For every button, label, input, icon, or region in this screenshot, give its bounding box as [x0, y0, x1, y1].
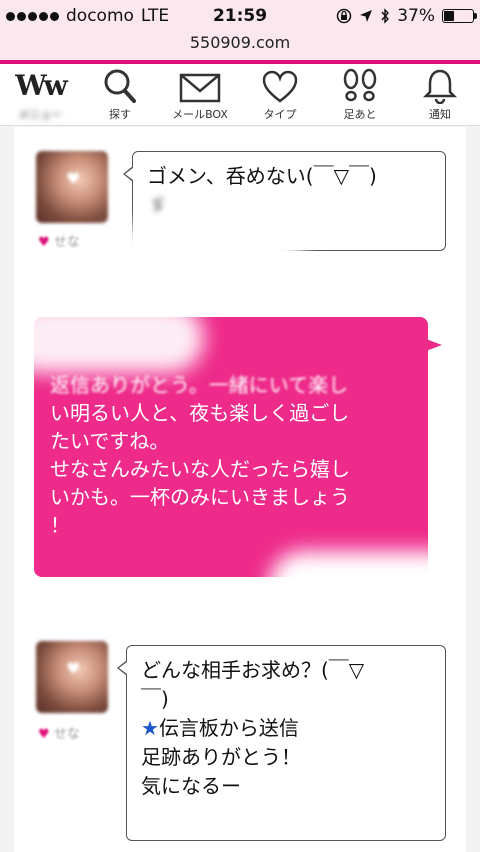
message-text: い明るい人と、夜も楽しく過ごし	[50, 401, 350, 425]
message-text: いかも。一杯のみにいきましょう	[50, 485, 350, 509]
location-icon	[360, 10, 373, 22]
message-text: 返信ありがとう。一緒にいて楽し	[50, 373, 349, 397]
nav-mailbox-label: メールBOX	[172, 108, 228, 121]
search-icon	[104, 69, 136, 103]
nav-type-label: タイプ	[263, 108, 297, 121]
nav-menu-label: メニュー	[18, 108, 62, 121]
mail-icon	[179, 73, 221, 103]
sender-name: ♥ せな	[38, 727, 80, 742]
nav-footprints[interactable]: 足あと	[320, 64, 400, 126]
nav-bar: Ww メニュー 探す メールBOX タイプ 足あと 通知	[0, 64, 480, 126]
heart-icon: ♥	[66, 659, 81, 678]
message-thread[interactable]: ♥ ♥ せな ゴメン、呑めない(￣▽￣) ゞ 返信ありがとう。一緒にいて楽し い…	[14, 127, 466, 852]
nav-search-label: 探す	[109, 108, 131, 121]
message-bubble-incoming: どんな相手お求め？(￣▽ ￣) ★伝言板から送信 足跡ありがとう！ 気になるー	[117, 645, 446, 841]
bluetooth-icon	[381, 8, 390, 24]
nav-notifications[interactable]: 通知	[400, 64, 480, 126]
footprints-icon	[343, 68, 377, 102]
battery-icon	[442, 9, 477, 23]
url-bar[interactable]: 550909.com	[0, 32, 480, 60]
nav-search[interactable]: 探す	[80, 64, 160, 126]
blurred-timestamp	[100, 225, 304, 281]
nav-menu[interactable]: Ww メニュー	[0, 64, 80, 126]
message-text: ゴメン、呑めない(￣▽￣)	[147, 164, 377, 188]
blurred-header	[14, 303, 204, 373]
star-icon: ★	[141, 716, 159, 740]
avatar[interactable]: ♥	[36, 641, 108, 713]
bell-icon	[423, 69, 457, 104]
heart-icon	[262, 70, 298, 103]
message-text: たいですね。	[50, 429, 170, 453]
ww-logo-icon: Ww	[15, 69, 68, 102]
nav-mailbox[interactable]: メールBOX	[160, 64, 240, 126]
battery-percent: 37%	[397, 6, 435, 26]
heart-icon: ♥	[66, 169, 81, 188]
message-text: 気になるー	[141, 774, 241, 798]
status-bar: docomo LTE 21:59 37%	[0, 0, 480, 32]
nav-type[interactable]: タイプ	[240, 64, 320, 126]
nav-footprints-label: 足あと	[343, 108, 377, 121]
message-text: ゞ	[147, 193, 167, 217]
url-text: 550909.com	[189, 33, 291, 52]
message-text: せなさんみたいな人だったら嬉し	[50, 457, 350, 481]
message-text: ★伝言板から送信	[141, 716, 299, 740]
message-text: ￣)	[141, 687, 169, 711]
rotation-lock-icon	[336, 8, 352, 24]
message-text: ！	[50, 513, 70, 537]
message-text: どんな相手お求め？(￣▽	[141, 658, 365, 682]
message-text: 足跡ありがとう！	[141, 745, 301, 769]
blurred-timestamp	[269, 551, 466, 621]
nav-notifications-label: 通知	[429, 108, 451, 121]
avatar[interactable]: ♥	[36, 151, 108, 223]
sender-name: ♥ せな	[38, 235, 80, 250]
